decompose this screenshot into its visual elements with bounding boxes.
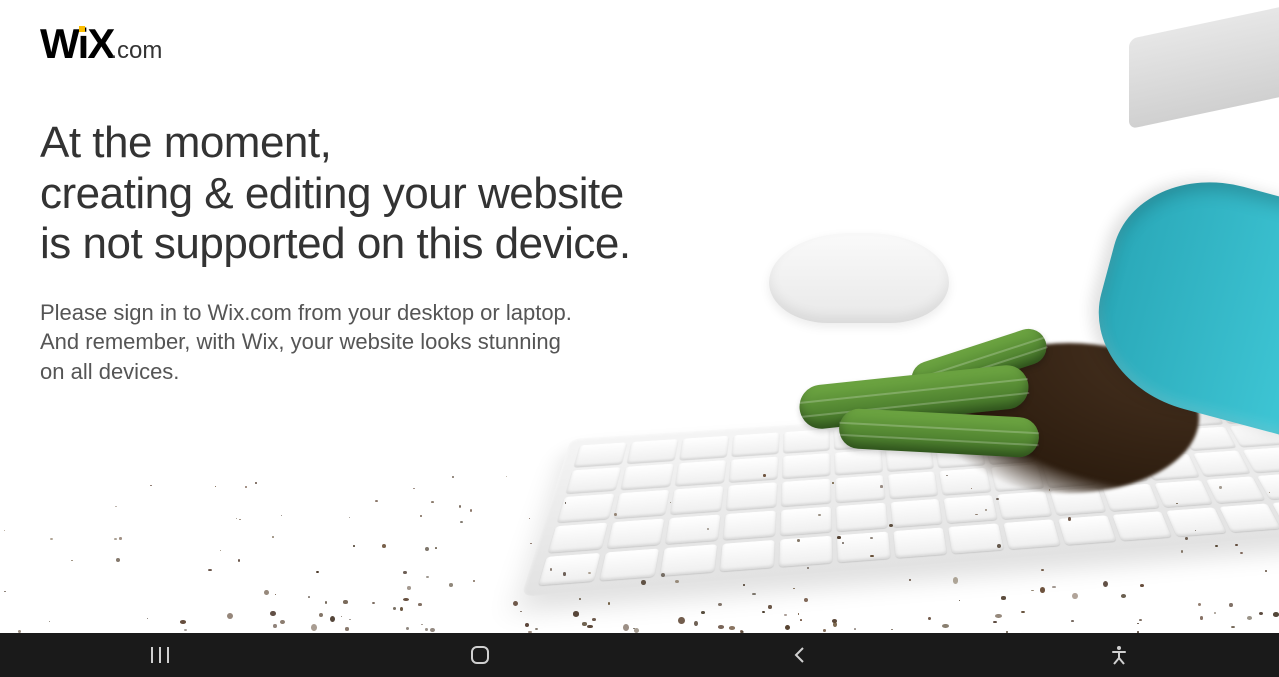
heading-line-1: At the moment, — [40, 118, 331, 167]
page-subtext: Please sign in to Wix.com from your desk… — [40, 298, 660, 387]
recents-icon — [149, 646, 171, 664]
subtext-line-1: Please sign in to Wix.com from your desk… — [40, 300, 572, 325]
wix-logo: WiX.com — [40, 20, 162, 68]
accessibility-icon — [1110, 645, 1128, 665]
home-icon — [470, 645, 490, 665]
page-heading: At the moment, creating & editing your w… — [40, 118, 1239, 270]
accessibility-button[interactable] — [1089, 633, 1149, 677]
main-content: WiX.com At the moment, creating & editin… — [0, 0, 1279, 407]
logo-suffix: .com — [110, 37, 162, 64]
back-icon — [791, 645, 807, 665]
logo-brand: WiX — [40, 20, 113, 67]
recents-button[interactable] — [130, 633, 190, 677]
home-button[interactable] — [450, 633, 510, 677]
heading-line-2: creating & editing your website — [40, 169, 624, 218]
subtext-line-2: And remember, with Wix, your website loo… — [40, 329, 561, 354]
back-button[interactable] — [769, 633, 829, 677]
subtext-line-3: on all devices. — [40, 359, 179, 384]
heading-line-3: is not supported on this device. — [40, 219, 631, 268]
android-nav-bar — [0, 633, 1279, 677]
